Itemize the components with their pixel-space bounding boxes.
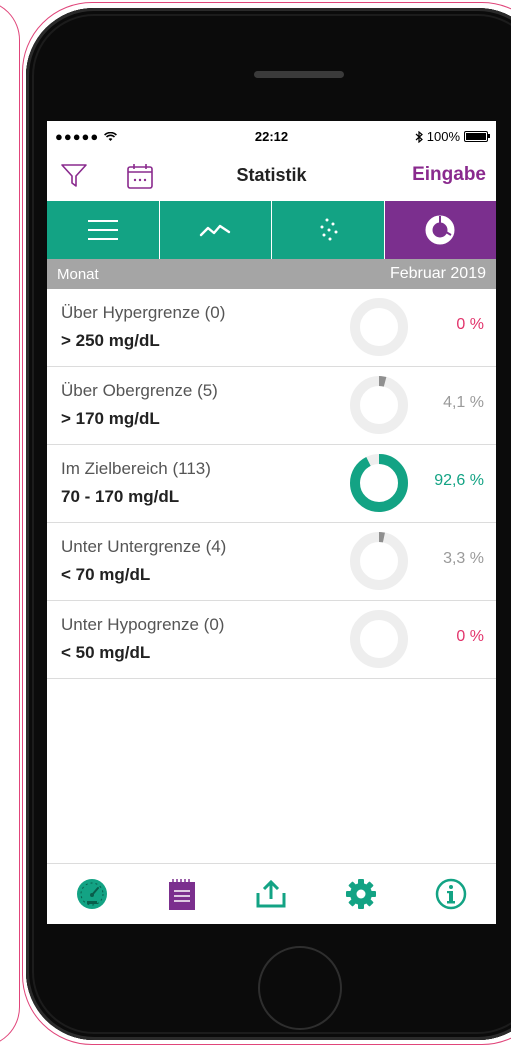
donut-track [350,532,408,590]
speaker-grille [254,71,344,78]
segment-donut[interactable] [384,201,496,259]
row-range: < 50 mg/dL [61,643,151,662]
donut-segment [350,454,408,512]
row-range: > 250 mg/dL [61,331,160,350]
home-button[interactable] [258,946,342,1030]
segment-scatter[interactable] [272,201,385,259]
app-screen: ●●●●● 22:12 100% Statistik Eingabe Monat… [47,121,496,924]
tab-logbook[interactable] [162,874,202,914]
tab-export[interactable] [251,874,291,914]
segment-list[interactable] [47,201,160,259]
list-icon [87,220,118,240]
row-donut [350,532,408,590]
battery-icon [464,131,490,142]
stats-row-hyper: Über Hypergrenze (0) > 250 mg/dL 0 % [47,289,496,367]
stage: ●●●●● 22:12 100% Statistik Eingabe Monat… [0,0,511,1047]
row-range: 70 - 170 mg/dL [61,487,180,506]
row-label: Über Obergrenze (5) [61,381,218,400]
period-header: Monat Februar 2019 [47,259,496,289]
donut-chart-icon [425,215,455,245]
stats-row-target: Im Zielbereich (113) 70 - 170 mg/dL 92,6… [47,445,496,523]
notebook-icon [168,879,195,910]
row-percent: 92,6 % [434,472,484,489]
battery-percent: 100% [426,129,460,144]
bluetooth-icon [415,130,423,143]
row-percent: 0 % [456,628,484,645]
share-upload-icon [256,879,286,908]
settings-gear-icon [346,879,377,909]
tab-bar [47,863,496,924]
period-label: Monat [57,266,99,283]
row-donut [350,376,408,434]
row-percent: 4,1 % [443,394,484,411]
row-label: Unter Hypogrenze (0) [61,615,225,634]
donut-track [350,610,408,668]
status-bar: ●●●●● 22:12 100% [47,121,496,151]
navigation-bar: Statistik Eingabe [47,151,496,201]
info-icon [435,878,467,910]
row-percent: 3,3 % [443,550,484,567]
line-chart-icon [200,224,231,237]
period-value[interactable]: Februar 2019 [390,265,486,283]
tab-info[interactable] [431,874,471,914]
segment-line-chart[interactable] [159,201,272,259]
row-label: Über Hypergrenze (0) [61,303,226,322]
tab-dashboard[interactable] [72,874,112,914]
row-range: < 70 mg/dL [61,565,151,584]
scatter-icon [320,218,338,241]
entry-button[interactable]: Eingabe [412,164,486,186]
stats-row-lower: Unter Untergrenze (4) < 70 mg/dL 3,3 % [47,523,496,601]
donut-track [350,376,408,434]
device-outline-left [0,0,20,1047]
stats-row-hypo: Unter Hypogrenze (0) < 50 mg/dL 0 % [47,601,496,679]
stats-list: Über Hypergrenze (0) > 250 mg/dL 0 % Übe… [47,289,496,679]
row-label: Im Zielbereich (113) [61,459,211,478]
row-range: > 170 mg/dL [61,409,160,428]
status-right: 100% [415,129,490,144]
row-donut [350,610,408,668]
row-label: Unter Untergrenze (4) [61,537,227,556]
row-donut [350,298,408,356]
chart-type-segments [47,201,496,259]
donut-track [350,298,408,356]
row-percent: 0 % [456,316,484,333]
tab-settings[interactable] [341,874,381,914]
speedometer-icon [76,879,107,909]
stats-row-upper: Über Obergrenze (5) > 170 mg/dL 4,1 % [47,367,496,445]
row-donut [350,454,408,512]
